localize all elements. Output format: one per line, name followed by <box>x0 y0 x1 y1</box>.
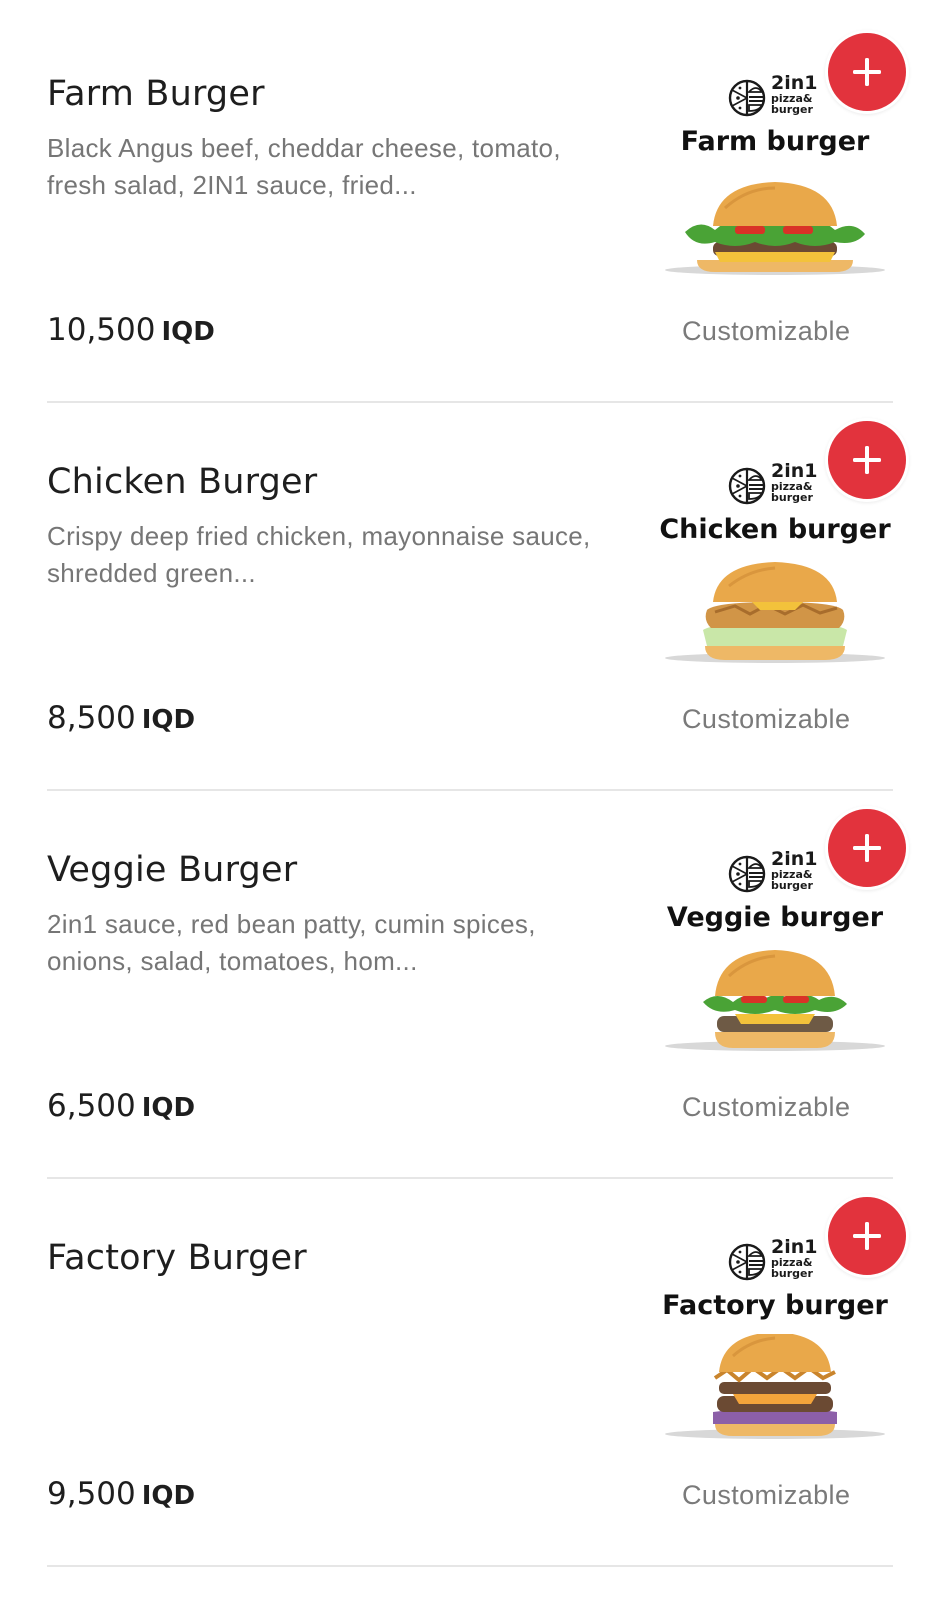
burger-photo <box>665 1334 885 1439</box>
customizable-label: Customizable <box>682 1092 851 1122</box>
image-title: Factory burger <box>662 1290 888 1321</box>
price-currency: IQD <box>141 705 196 735</box>
pizza-logo-icon <box>728 467 766 505</box>
brand-logo: 2in1 pizza& burger <box>727 74 831 122</box>
image-title: Chicken burger <box>659 514 891 545</box>
add-button[interactable] <box>825 30 909 114</box>
price-currency: IQD <box>141 1481 196 1511</box>
item-description: Crispy deep fried chicken, mayonnaise sa… <box>47 521 591 588</box>
add-button[interactable] <box>825 418 909 502</box>
plus-icon <box>853 446 881 474</box>
plus-icon <box>853 1222 881 1250</box>
divider <box>47 1565 893 1567</box>
item-price: 6,500 IQD <box>47 1088 195 1124</box>
item-name: Factory Burger <box>47 1238 307 1278</box>
add-button[interactable] <box>825 1194 909 1278</box>
add-button[interactable] <box>825 806 909 890</box>
item-price: 8,500 IQD <box>47 700 195 736</box>
brand-logo: 2in1 pizza& burger <box>727 1238 831 1286</box>
pizza-logo-icon <box>728 79 766 117</box>
brand-line3: burger <box>771 879 813 892</box>
price-amount: 8,500 <box>47 700 136 736</box>
price-amount: 9,500 <box>47 1476 136 1512</box>
plus-icon <box>853 834 881 862</box>
price-currency: IQD <box>161 317 215 347</box>
customizable-label: Customizable <box>682 316 851 346</box>
brand-line3: burger <box>771 103 813 116</box>
brand-line1: 2in1 <box>771 848 818 870</box>
burger-photo <box>665 562 885 663</box>
brand-line3: burger <box>771 491 813 504</box>
customizable-label: Customizable <box>682 1480 851 1510</box>
item-price: 10,500 IQD <box>47 312 215 348</box>
price-amount: 10,500 <box>47 312 156 348</box>
brand-line1: 2in1 <box>771 72 818 94</box>
menu-item-farm-burger[interactable]: Farm Burger Black Angus beef, cheddar ch… <box>0 0 940 403</box>
menu-item-factory-burger[interactable]: Factory Burger 9,500 IQD Customizable 2in… <box>0 1164 940 1567</box>
brand-line1: 2in1 <box>771 1236 818 1258</box>
customizable-label: Customizable <box>682 704 851 734</box>
plus-icon <box>853 58 881 86</box>
item-name: Farm Burger <box>47 74 265 114</box>
brand-line1: 2in1 <box>771 460 818 482</box>
burger-photo <box>665 950 885 1051</box>
item-description: 2in1 sauce, red bean patty, cumin spices… <box>47 909 536 976</box>
item-description: Black Angus beef, cheddar cheese, tomato… <box>47 133 561 200</box>
image-title: Veggie burger <box>666 902 884 933</box>
item-name: Chicken Burger <box>47 462 318 502</box>
menu-item-veggie-burger[interactable]: Veggie Burger 2in1 sauce, red bean patty… <box>0 776 940 1179</box>
brand-logo: 2in1 pizza& burger <box>727 850 831 898</box>
item-price: 9,500 IQD <box>47 1476 195 1512</box>
image-title: Farm burger <box>680 126 870 157</box>
brand-line3: burger <box>771 1267 813 1280</box>
pizza-logo-icon <box>728 1243 766 1281</box>
item-name: Veggie Burger <box>47 850 298 890</box>
menu-list: Farm Burger Black Angus beef, cheddar ch… <box>0 0 940 1567</box>
menu-item-chicken-burger[interactable]: Chicken Burger Crispy deep fried chicken… <box>0 388 940 791</box>
price-currency: IQD <box>141 1093 196 1123</box>
price-amount: 6,500 <box>47 1088 136 1124</box>
pizza-logo-icon <box>728 855 766 893</box>
brand-logo: 2in1 pizza& burger <box>727 462 831 510</box>
burger-photo <box>665 182 885 275</box>
